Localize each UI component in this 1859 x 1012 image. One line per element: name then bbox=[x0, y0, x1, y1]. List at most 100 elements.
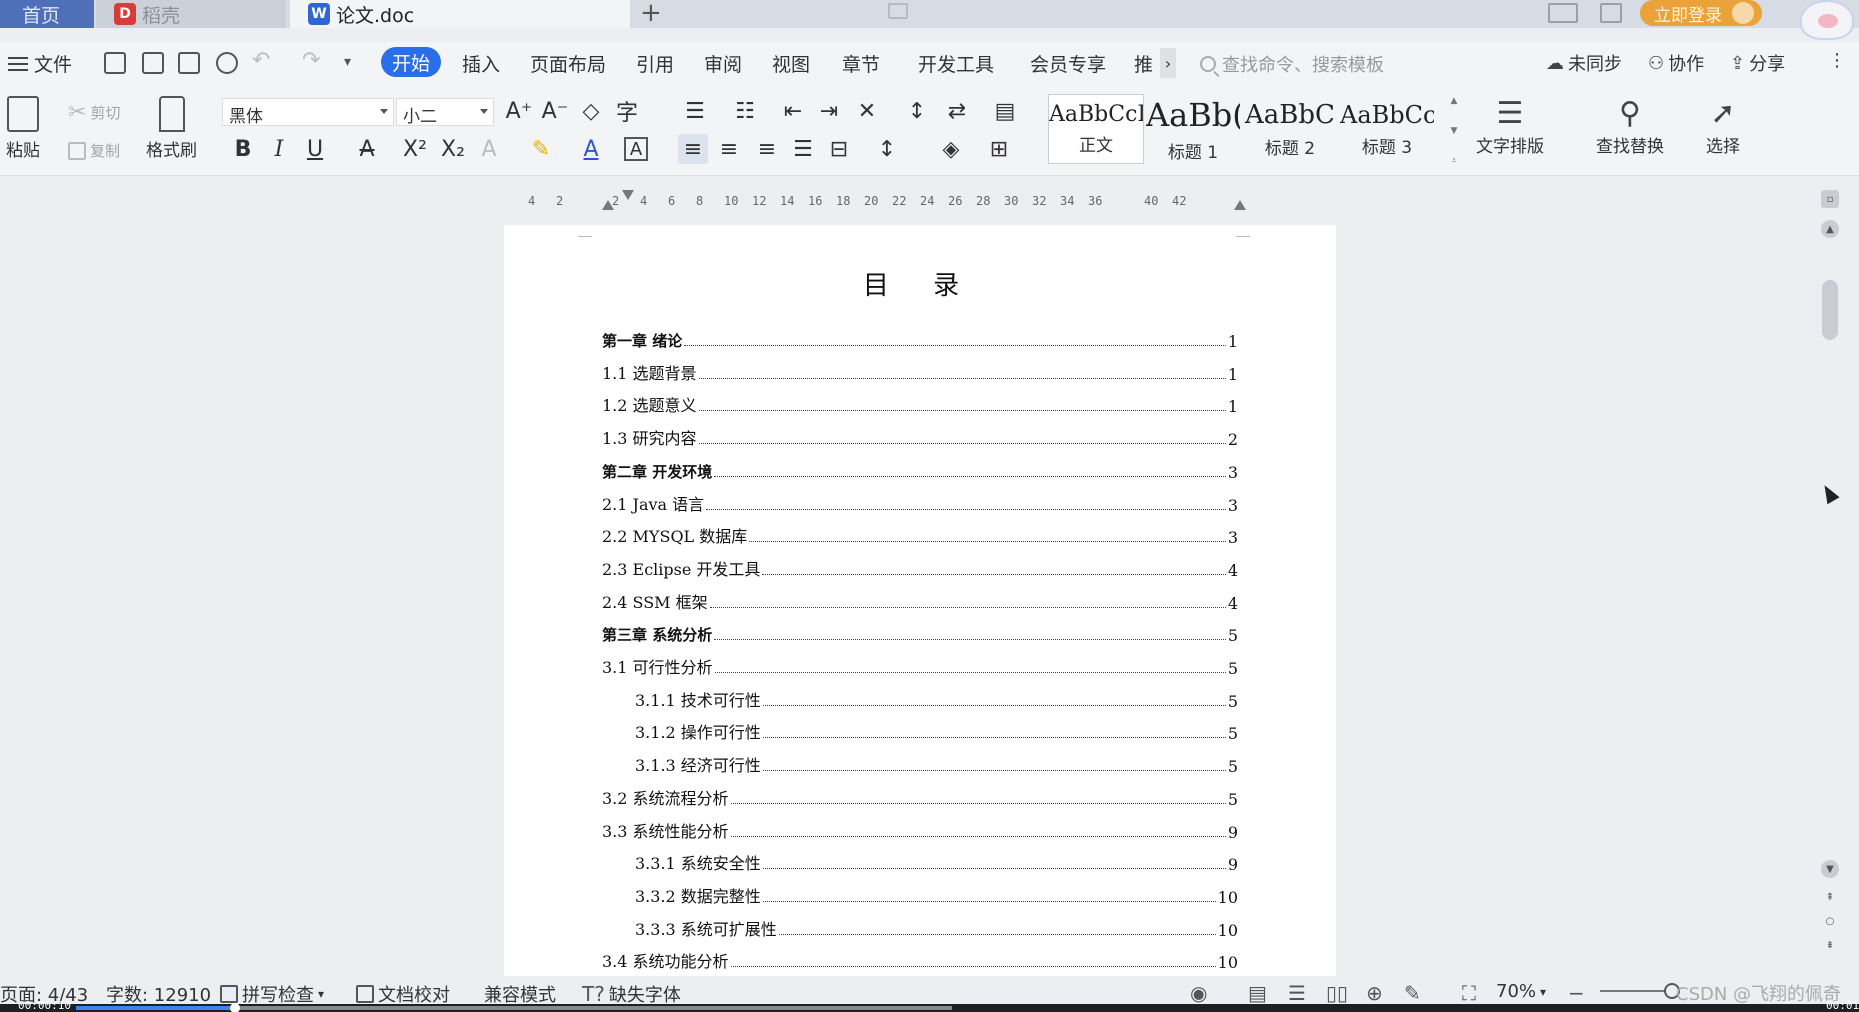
align-left-icon[interactable]: ≡ bbox=[678, 134, 708, 164]
select-browse-icon[interactable]: ○ bbox=[1821, 912, 1839, 930]
toc-entry[interactable]: 第二章 开发环境 3 bbox=[602, 460, 1238, 482]
show-marks-icon[interactable]: ⇄ bbox=[942, 96, 972, 126]
login-button[interactable]: 立即登录 bbox=[1640, 0, 1762, 26]
select-button[interactable]: ➚ 选择 bbox=[1706, 96, 1740, 157]
shading-icon[interactable]: ◈ bbox=[936, 134, 966, 164]
expand-icon[interactable]: ⩡ bbox=[1451, 156, 1456, 166]
layout-icon[interactable] bbox=[1548, 3, 1578, 23]
bold-icon[interactable]: B bbox=[228, 134, 258, 164]
font-size-select[interactable]: 小二 bbox=[396, 98, 494, 127]
tab-home[interactable]: 首页 bbox=[0, 0, 94, 28]
style-heading-1[interactable]: AaBb( 标题 1 bbox=[1145, 94, 1241, 164]
copy-button[interactable]: 复制 bbox=[68, 140, 120, 161]
mascot-icon[interactable] bbox=[1800, 0, 1854, 40]
grow-font-icon[interactable]: A⁺ bbox=[504, 96, 534, 126]
toc-entry[interactable]: 2.4 SSM 框架 4 bbox=[602, 591, 1238, 613]
char-border-icon[interactable]: A bbox=[624, 137, 648, 161]
customize-chevron-icon[interactable]: ▾ bbox=[344, 54, 351, 70]
style-heading-2[interactable]: AaBbC 标题 2 bbox=[1242, 94, 1338, 164]
vertical-scrollbar[interactable]: ▫ ▲ ▼ ⇞ ○ ⇟ bbox=[1819, 190, 1841, 970]
tab-view[interactable]: 视图 bbox=[772, 50, 810, 77]
scroll-settings-icon[interactable]: ▫ bbox=[1821, 190, 1839, 208]
toc-entry[interactable]: 3.4 系统功能分析 10 bbox=[602, 950, 1238, 972]
toc-entry[interactable]: 3.3.2 数据完整性 10 bbox=[635, 885, 1238, 907]
tab-member[interactable]: 会员专享 bbox=[1030, 50, 1106, 77]
style-gallery-scroll[interactable]: ▲ ▼ ⩡ bbox=[1448, 96, 1460, 166]
outline-view-icon[interactable]: ☰ bbox=[1288, 981, 1306, 1005]
document-page[interactable]: 目 录 第一章 绪论 1 1.1 选题背景 1 1.2 选题意义 1 1.3 研究内容 2 第二… bbox=[504, 225, 1336, 980]
toc-entry[interactable]: 3.3.1 系统安全性 9 bbox=[635, 852, 1238, 874]
print-preview-icon[interactable] bbox=[216, 52, 238, 74]
horizontal-ruler[interactable]: 4 2 2 4 6 8 10 12 14 16 18 20 22 24 26 28 30 32 34 36 40 42 bbox=[522, 190, 1314, 212]
write-mode-icon[interactable]: ✎ bbox=[1404, 981, 1421, 1005]
distributed-icon[interactable]: ⊟ bbox=[824, 134, 854, 164]
tab-developer[interactable]: 开发工具 bbox=[918, 50, 994, 77]
tab-start[interactable]: 开始 bbox=[381, 47, 441, 77]
decrease-indent-icon[interactable]: ⇤ bbox=[778, 96, 808, 126]
cut-button[interactable]: ✂ 剪切 bbox=[68, 100, 120, 125]
font-color-icon[interactable]: A bbox=[576, 134, 606, 164]
share-button[interactable]: ⇪ 分享 bbox=[1730, 50, 1785, 76]
tab-daoke[interactable]: D 稻壳 bbox=[96, 0, 286, 28]
phonetic-guide-icon[interactable]: 字 bbox=[612, 96, 642, 126]
tab-insert[interactable]: 插入 bbox=[462, 50, 500, 77]
toc-entry[interactable]: 3.1 可行性分析 5 bbox=[602, 656, 1238, 678]
more-tabs-chevron-icon[interactable]: › bbox=[1160, 48, 1176, 78]
strikethrough-icon[interactable]: A bbox=[352, 134, 382, 164]
italic-icon[interactable]: I bbox=[264, 134, 294, 164]
shrink-font-icon[interactable]: A⁻ bbox=[540, 96, 570, 126]
new-tab-button[interactable]: + bbox=[640, 0, 662, 28]
file-menu[interactable]: 文件 bbox=[8, 50, 72, 77]
style-normal[interactable]: AaBbCcI 正文 bbox=[1048, 94, 1144, 164]
export-pdf-icon[interactable] bbox=[142, 52, 164, 74]
chinese-layout-icon[interactable]: ✕ bbox=[852, 96, 882, 126]
toc-entry[interactable]: 1.1 选题背景 1 bbox=[602, 362, 1238, 384]
collab-button[interactable]: ⚇ 协作 bbox=[1648, 50, 1704, 76]
justify-icon[interactable]: ☰ bbox=[788, 134, 818, 164]
scroll-thumb[interactable] bbox=[1822, 280, 1838, 340]
toc-entry[interactable]: 3.1.2 操作可行性 5 bbox=[635, 721, 1238, 743]
toc-entry[interactable]: 3.1.1 技术可行性 5 bbox=[635, 689, 1238, 711]
sync-button[interactable]: ☁ 未同步 bbox=[1546, 50, 1622, 76]
toc-entry[interactable]: 2.2 MYSQL 数据库 3 bbox=[602, 525, 1238, 547]
command-search[interactable]: 查找命令、搜索模板 bbox=[1200, 51, 1384, 77]
redo-icon[interactable]: ↷ bbox=[302, 48, 320, 73]
toc-entry[interactable]: 1.3 研究内容 2 bbox=[602, 427, 1238, 449]
toc-entry[interactable]: 第三章 系统分析 5 bbox=[602, 623, 1238, 645]
zoom-out-icon[interactable]: − bbox=[1568, 981, 1585, 1005]
more-options-icon[interactable]: ⋮ bbox=[1828, 50, 1846, 71]
tab-document[interactable]: W 论文.doc bbox=[290, 0, 908, 28]
toc-entry[interactable]: 3.1.3 经济可行性 5 bbox=[635, 754, 1238, 776]
align-right-icon[interactable]: ≡ bbox=[752, 134, 782, 164]
print-icon[interactable] bbox=[178, 52, 200, 74]
page-view-icon[interactable]: ▤ bbox=[1248, 981, 1267, 1005]
style-heading-3[interactable]: AaBbCc 标题 3 bbox=[1339, 94, 1435, 164]
subscript-icon[interactable]: X₂ bbox=[438, 134, 468, 164]
toc-entry[interactable]: 3.2 系统流程分析 5 bbox=[602, 787, 1238, 809]
chevron-up-icon[interactable]: ▲ bbox=[1451, 96, 1458, 106]
zoom-select[interactable]: 70% ▾ bbox=[1496, 981, 1546, 1002]
eye-protect-icon[interactable]: ◉ bbox=[1190, 981, 1207, 1005]
find-replace-button[interactable]: ⚲ 查找替换 bbox=[1596, 96, 1664, 157]
text-effect-icon[interactable]: A bbox=[474, 134, 504, 164]
tab-page-layout[interactable]: 页面布局 bbox=[530, 50, 606, 77]
prev-page-icon[interactable]: ⇞ bbox=[1821, 888, 1839, 906]
video-seek-handle[interactable] bbox=[230, 1003, 240, 1012]
toc-entry[interactable]: 2.3 Eclipse 开发工具 4 bbox=[602, 558, 1238, 580]
clear-format-icon[interactable]: ◇ bbox=[576, 96, 606, 126]
line-spacing-icon[interactable]: ↕ bbox=[872, 134, 902, 164]
next-page-icon[interactable]: ⇟ bbox=[1821, 936, 1839, 954]
numbered-list-icon[interactable]: ☷ bbox=[730, 96, 760, 126]
paste-button[interactable]: 粘贴 bbox=[6, 96, 40, 161]
fit-page-icon[interactable]: ⛶ bbox=[1462, 981, 1476, 1005]
toc-entry[interactable]: 3.3 系统性能分析 9 bbox=[602, 820, 1238, 842]
bullet-list-icon[interactable]: ☰ bbox=[680, 96, 710, 126]
align-center-icon[interactable]: ≡ bbox=[714, 134, 744, 164]
tab-review[interactable]: 审阅 bbox=[704, 50, 742, 77]
scroll-up-icon[interactable]: ▲ bbox=[1821, 220, 1839, 238]
tab-references[interactable]: 引用 bbox=[636, 50, 674, 77]
tab-chapter[interactable]: 章节 bbox=[842, 50, 880, 77]
save-icon[interactable] bbox=[104, 52, 126, 74]
reading-view-icon[interactable]: ▯▯ bbox=[1326, 981, 1348, 1005]
monitor-icon[interactable] bbox=[888, 3, 908, 19]
